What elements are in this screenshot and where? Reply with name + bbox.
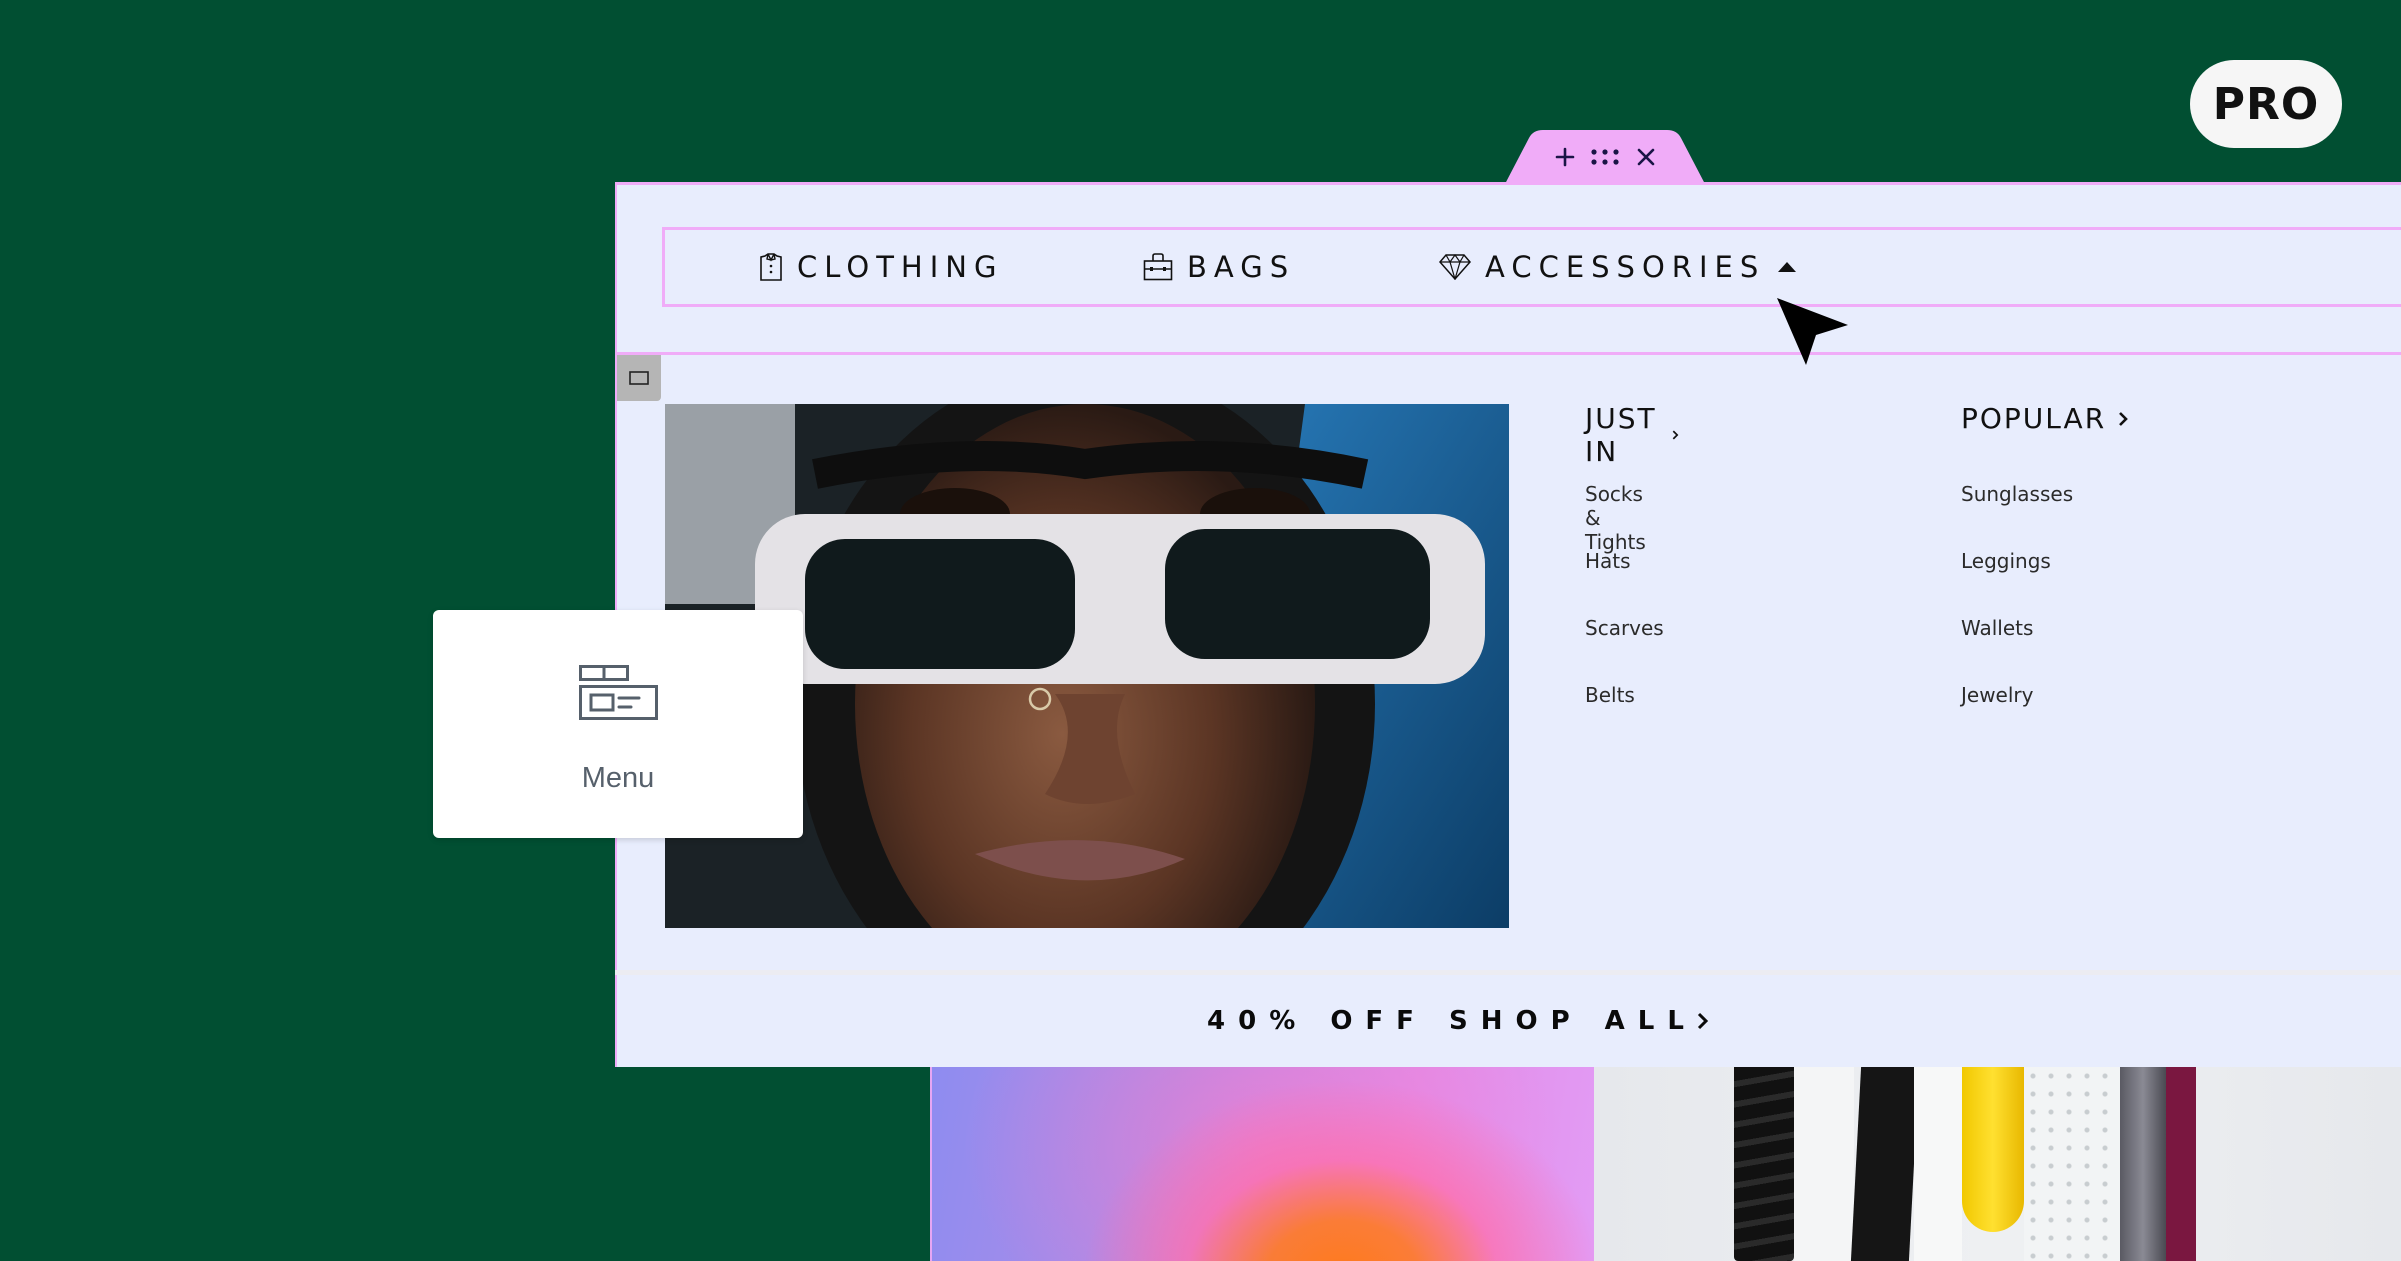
menu-link[interactable]: Sunglasses bbox=[1961, 482, 2073, 506]
nav-item-accessories[interactable]: ACCESSORIES bbox=[1439, 230, 1797, 304]
mouse-cursor-icon bbox=[1777, 298, 1848, 365]
nav-item-label: ACCESSORIES bbox=[1485, 250, 1766, 284]
menu-link[interactable]: Scarves bbox=[1585, 616, 1664, 640]
nav-menu-bar: CLOTHING BAGS ACCESSORIES bbox=[662, 227, 2401, 307]
pro-badge: PRO bbox=[2190, 60, 2342, 148]
menu-link[interactable]: Wallets bbox=[1961, 616, 2033, 640]
shirt-icon bbox=[760, 253, 782, 281]
close-icon[interactable] bbox=[1631, 142, 1661, 172]
sneaker-image bbox=[1594, 1067, 2401, 1261]
gradient-image bbox=[930, 1067, 1594, 1261]
drag-handle-icon[interactable] bbox=[1590, 142, 1620, 172]
nav-item-label: BAGS bbox=[1187, 250, 1296, 284]
column-heading-label: JUST IN bbox=[1585, 402, 1657, 468]
column-heading-label: POPULAR bbox=[1961, 402, 2107, 435]
menu-widget-icon bbox=[579, 665, 658, 720]
menu-link[interactable]: Socks & Tights bbox=[1585, 482, 1646, 554]
divider bbox=[615, 352, 2401, 355]
nav-item-bags[interactable]: BAGS bbox=[1143, 230, 1295, 304]
menu-link[interactable]: Belts bbox=[1585, 683, 1635, 707]
chevron-right-icon bbox=[2119, 411, 2128, 426]
menu-link[interactable]: Jewelry bbox=[1961, 683, 2033, 707]
promo-label: 40% OFF SHOP ALL bbox=[1207, 1006, 1697, 1036]
container-icon bbox=[629, 371, 649, 385]
menu-widget-label: Menu bbox=[581, 762, 655, 794]
promo-link[interactable]: 40% OFF SHOP ALL bbox=[1207, 1006, 1709, 1036]
promo-banner: 40% OFF SHOP ALL bbox=[615, 975, 2401, 1067]
bag-icon bbox=[1143, 253, 1173, 281]
diamond-icon bbox=[1439, 254, 1471, 280]
nav-item-clothing[interactable]: CLOTHING bbox=[759, 230, 1003, 304]
chevron-right-icon bbox=[1697, 1012, 1709, 1030]
nav-item-label: CLOTHING bbox=[797, 250, 1004, 284]
column-heading-popular[interactable]: POPULAR bbox=[1961, 402, 2128, 435]
caret-up-icon bbox=[1778, 262, 1797, 272]
chevron-right-icon bbox=[1672, 430, 1679, 440]
editor-toolbar-tab bbox=[1505, 130, 1705, 184]
menu-widget-card[interactable]: Menu bbox=[433, 610, 803, 838]
menu-link[interactable]: Hats bbox=[1585, 549, 1631, 573]
column-heading-just-in[interactable]: JUST IN bbox=[1585, 402, 1679, 468]
widget-handle[interactable] bbox=[617, 355, 661, 401]
plus-icon[interactable] bbox=[1550, 142, 1580, 172]
menu-link[interactable]: Leggings bbox=[1961, 549, 2051, 573]
